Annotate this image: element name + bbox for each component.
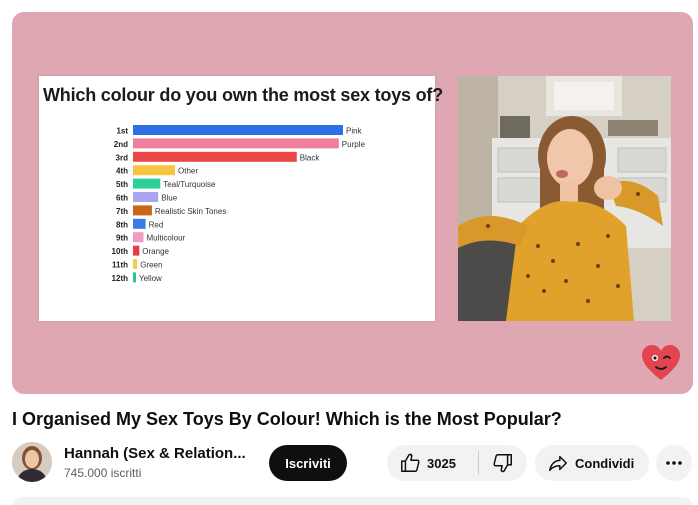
chart-bar — [133, 178, 161, 189]
chart-bar — [133, 259, 138, 269]
video-player[interactable]: Which colour do you own the most sex toy… — [12, 12, 693, 394]
chart-bar-label: Teal/Turquoise — [163, 180, 216, 189]
like-dislike-group: 3025 — [387, 445, 527, 481]
presenter-webcam — [458, 76, 671, 321]
more-dots-icon — [666, 461, 682, 465]
chart-rank-label: 11th — [112, 261, 128, 270]
chart-bar-label: Orange — [142, 247, 169, 256]
thumbs-up-icon — [401, 453, 420, 472]
chart-rank-label: 3rd — [116, 153, 129, 162]
presenter-image — [458, 76, 671, 321]
chart-bar-label: Purple — [342, 140, 366, 149]
chart-bar-label: Black — [300, 153, 321, 162]
chart-bar — [133, 232, 144, 243]
chart-bar — [133, 192, 159, 202]
chart-bar-label: Realistic Skin Tones — [155, 207, 226, 216]
chart-bar — [133, 151, 297, 162]
chart-bar-label: Red — [149, 220, 164, 229]
chart-bar — [133, 138, 339, 149]
chart-rank-label: 12th — [112, 274, 129, 283]
chart-rank-label: 2nd — [114, 140, 128, 149]
chart-bar — [133, 272, 136, 283]
heart-wink-icon[interactable] — [640, 342, 682, 384]
chart-bar-label: Green — [140, 261, 162, 270]
chart-bar — [133, 165, 175, 176]
like-count: 3025 — [427, 455, 456, 471]
chart-bar-label: Multicolour — [147, 234, 186, 243]
chart-bar-label: Other — [178, 167, 198, 176]
subscribe-button[interactable]: Iscriviti — [269, 445, 347, 481]
chart-bar — [133, 125, 343, 135]
chart-rank-label: 9th — [116, 234, 128, 243]
chart-bar — [133, 218, 146, 229]
chart-rank-label: 10th — [112, 247, 129, 256]
description-box[interactable] — [12, 497, 693, 505]
video-title: I Organised My Sex Toys By Colour! Which… — [12, 409, 562, 429]
subscriber-count: 745.000 iscritti — [64, 466, 142, 480]
chart-rank-label: 1st — [116, 127, 128, 136]
share-label: Condividi — [575, 455, 635, 471]
chart-bar-label: Blue — [161, 194, 178, 203]
chart-rank-label: 4th — [116, 167, 128, 176]
chart-bar-label: Pink — [346, 127, 363, 136]
chart-bar-label: Yellow — [139, 274, 162, 283]
chart-rank-label: 7th — [116, 207, 128, 216]
bar-chart: 1st Pink 2nd Purple 3rd Black 4th Other 5th Teal/… — [112, 125, 366, 283]
share-arrow-icon — [549, 455, 567, 472]
channel-avatar[interactable] — [12, 442, 52, 482]
chart-slide: Which colour do you own the most sex toy… — [39, 76, 443, 321]
chart-rank-label: 8th — [116, 220, 128, 229]
dislike-button[interactable] — [479, 445, 527, 481]
chart-rank-label: 6th — [116, 194, 128, 203]
more-actions-button[interactable] — [656, 445, 692, 481]
like-button[interactable]: 3025 — [387, 445, 478, 481]
chart-bar — [133, 245, 140, 256]
chart-bar — [133, 205, 152, 216]
thumbs-down-icon — [493, 454, 512, 473]
chart-rank-label: 5th — [116, 180, 128, 189]
channel-name[interactable]: Hannah (Sex & Relation... — [64, 445, 248, 462]
share-button[interactable]: Condividi — [535, 445, 649, 481]
